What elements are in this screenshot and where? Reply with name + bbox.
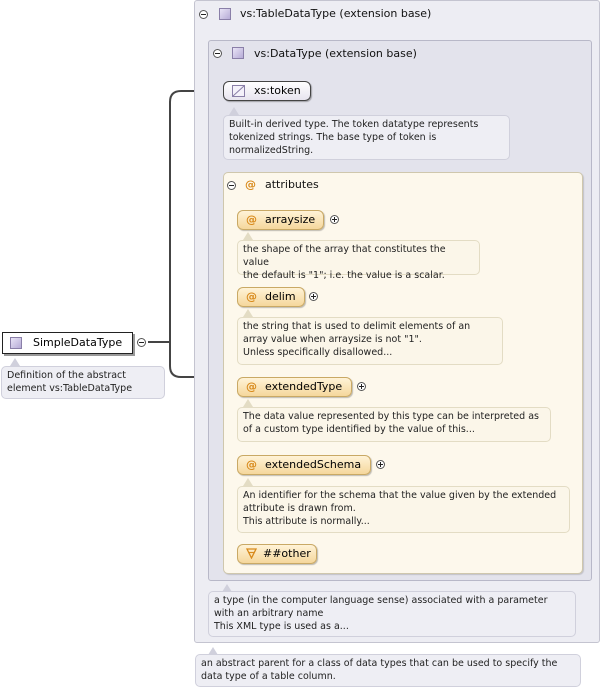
complex-type-icon xyxy=(219,8,231,20)
simple-data-type-node[interactable]: SimpleDataType xyxy=(2,332,133,354)
token-label: xs:token xyxy=(254,84,301,97)
arraysize-doc: the shape of the array that constitutes … xyxy=(237,240,480,281)
token-node[interactable]: xs:token xyxy=(223,81,311,101)
at-sign-icon: @ xyxy=(246,290,257,303)
attribute-name: extendedSchema xyxy=(265,458,362,471)
data-type-title: vs:DataType (extension base) xyxy=(254,47,417,60)
attribute-extendedSchema[interactable]: @ extendedSchema xyxy=(237,455,371,475)
expand-icon[interactable] xyxy=(357,382,366,391)
any-other-attribute[interactable]: ##other xyxy=(237,544,317,564)
root-name: SimpleDataType xyxy=(33,336,123,349)
delim-doc: the string that is used to delimit eleme… xyxy=(237,317,503,365)
collapse-icon[interactable] xyxy=(199,10,208,19)
expand-icon[interactable] xyxy=(309,292,318,301)
attributes-title: attributes xyxy=(265,178,319,191)
bubble-pointer xyxy=(229,107,239,115)
attribute-arraysize[interactable]: @ arraysize xyxy=(237,210,324,230)
extendedSchema-doc: An identifier for the schema that the va… xyxy=(237,486,570,533)
attribute-name: extendedType xyxy=(265,380,343,393)
expand-icon[interactable] xyxy=(330,215,339,224)
data-type-doc: a type (in the computer language sense) … xyxy=(208,591,576,637)
complex-type-icon xyxy=(232,47,244,59)
table-data-type-title: vs:TableDataType (extension base) xyxy=(240,7,432,20)
bubble-pointer xyxy=(243,309,253,317)
collapse-icon[interactable] xyxy=(213,49,222,58)
bubble-pointer xyxy=(243,399,253,407)
at-sign-icon: @ xyxy=(246,213,257,226)
attribute-name: arraysize xyxy=(265,213,316,226)
attribute-delim[interactable]: @ delim xyxy=(237,287,305,307)
token-doc: Built-in derived type. The token datatyp… xyxy=(223,115,510,160)
collapse-icon[interactable] xyxy=(227,181,236,190)
any-other-label: ##other xyxy=(263,547,311,560)
bubble-pointer xyxy=(10,358,20,366)
extendedType-doc: The data value represented by this type … xyxy=(237,407,551,442)
root-doc: Definition of the abstract element vs:Ta… xyxy=(1,366,165,399)
expand-icon[interactable] xyxy=(376,460,385,469)
at-sign-icon: @ xyxy=(246,458,257,471)
table-data-type-doc: an abstract parent for a class of data t… xyxy=(195,654,581,687)
bubble-pointer xyxy=(243,232,253,240)
complex-type-icon xyxy=(10,337,22,349)
any-attribute-icon xyxy=(246,548,257,559)
attribute-group-icon: @ xyxy=(245,178,256,191)
at-sign-icon: @ xyxy=(246,380,257,393)
attribute-name: delim xyxy=(265,290,296,303)
simple-type-icon xyxy=(232,85,245,97)
attribute-extendedType[interactable]: @ extendedType xyxy=(237,377,352,397)
collapse-icon[interactable] xyxy=(137,338,146,347)
bubble-pointer xyxy=(243,478,253,486)
